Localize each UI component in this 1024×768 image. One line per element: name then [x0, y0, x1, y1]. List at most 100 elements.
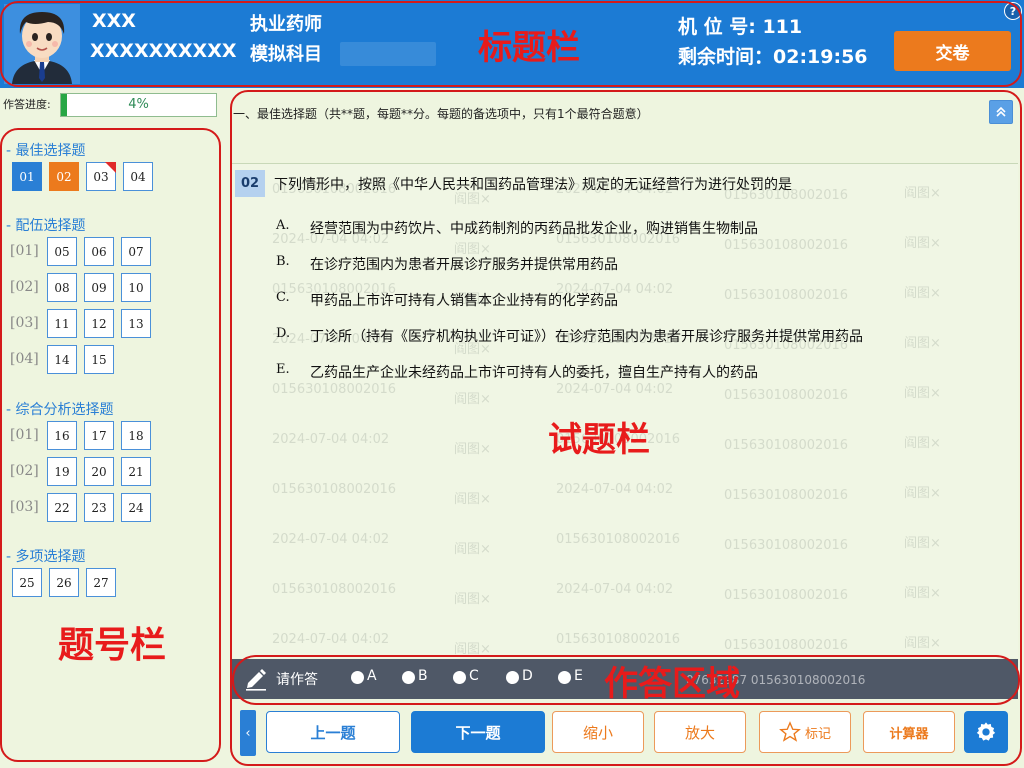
watermark-text: 2024-07-04 04:02: [556, 582, 674, 597]
question-number-button[interactable]: 07: [121, 237, 151, 266]
question-number-button[interactable]: 03: [86, 162, 116, 191]
question-number-button[interactable]: 11: [47, 309, 77, 338]
choice-radio-a[interactable]: [351, 671, 364, 684]
choice-label[interactable]: A: [367, 668, 377, 684]
choice-radio-b[interactable]: [402, 671, 415, 684]
question-number-button[interactable]: 15: [84, 345, 114, 374]
answer-prompt: 请作答: [276, 672, 318, 688]
group-label: [03]: [10, 315, 39, 331]
choice-radio-d[interactable]: [506, 671, 519, 684]
question-number-button[interactable]: 05: [47, 237, 77, 266]
section-title: - 综合分析选择题: [6, 402, 114, 418]
choice-label[interactable]: E: [574, 668, 583, 684]
question-number-button[interactable]: 22: [47, 493, 77, 522]
submit-button[interactable]: 交卷: [894, 31, 1011, 71]
watermark-text: 阎图×: [904, 236, 941, 251]
question-number-button[interactable]: 01: [12, 162, 42, 191]
option-letter: B.: [276, 254, 290, 269]
question-number: 02: [235, 170, 265, 197]
question-number-button[interactable]: 23: [84, 493, 114, 522]
watermark-text: 阎图×: [454, 592, 491, 607]
collapse-left-icon[interactable]: ‹: [240, 710, 256, 756]
collapse-up-icon[interactable]: [989, 100, 1013, 124]
watermark-text: 015630108002016: [724, 438, 849, 453]
question-number-button[interactable]: 17: [84, 421, 114, 450]
group-label: [04]: [10, 351, 39, 367]
choice-radio-c[interactable]: [453, 671, 466, 684]
watermark-text: 015630108002016: [556, 532, 681, 547]
cert-name: 执业药师: [250, 14, 322, 35]
answer-watermark: 07632987 015630108002016: [686, 673, 866, 687]
watermark-text: 015630108002016: [272, 482, 397, 497]
question-number-button[interactable]: 26: [49, 568, 79, 597]
question-number-button[interactable]: 18: [121, 421, 151, 450]
answer-bar: [232, 659, 1018, 699]
user-name: XXX: [92, 10, 136, 32]
group-label: [02]: [10, 279, 39, 295]
section-title: - 配伍选择题: [6, 218, 86, 234]
watermark-text: 阎图×: [904, 586, 941, 601]
pencil-icon: [243, 665, 269, 691]
watermark-text: 015630108002016: [272, 582, 397, 597]
watermark-text: 阎图×: [904, 636, 941, 651]
question-number-button[interactable]: 25: [12, 568, 42, 597]
question-number-button[interactable]: 10: [121, 273, 151, 302]
avatar: [4, 4, 80, 84]
question-number-button[interactable]: 08: [47, 273, 77, 302]
question-number-button[interactable]: 02: [49, 162, 79, 191]
question-number-button[interactable]: 20: [84, 457, 114, 486]
section-instruction: 一、最佳选择题（共**题，每题**分。每题的备选项中，只有1个最符合题意）: [233, 107, 649, 121]
watermark-text: 015630108002016: [724, 388, 849, 403]
watermark-text: 阎图×: [904, 286, 941, 301]
watermark-text: 阎图×: [454, 442, 491, 457]
next-button[interactable]: 下一题: [411, 711, 545, 753]
watermark-text: 阎图×: [454, 642, 491, 657]
watermark-text: 015630108002016: [272, 382, 397, 397]
option-letter: A.: [276, 218, 290, 233]
question-number-button[interactable]: 13: [121, 309, 151, 338]
watermark-text: 2024-07-04 04:02: [272, 432, 390, 447]
progress-text: 4%: [128, 97, 149, 112]
remaining-time: 剩余时间：02:19:56: [678, 46, 868, 68]
choice-radio-e[interactable]: [558, 671, 571, 684]
prev-button[interactable]: 上一题: [266, 711, 400, 753]
watermark-text: 阎图×: [454, 392, 491, 407]
question-number-button[interactable]: 24: [121, 493, 151, 522]
watermark-text: 阎图×: [454, 542, 491, 557]
choice-label[interactable]: D: [522, 668, 533, 684]
choice-label[interactable]: C: [469, 668, 479, 684]
watermark-text: 阎图×: [904, 486, 941, 501]
question-number-button[interactable]: 09: [84, 273, 114, 302]
question-number-button[interactable]: 04: [123, 162, 153, 191]
question-number-button[interactable]: 12: [84, 309, 114, 338]
seat-number: 机 位 号: 111: [678, 16, 803, 38]
watermark-text: 015630108002016: [724, 538, 849, 553]
question-number-button[interactable]: 19: [47, 457, 77, 486]
help-icon[interactable]: ?: [1004, 2, 1022, 20]
watermark-text: 015630108002016: [724, 588, 849, 603]
shrink-button[interactable]: 缩小: [552, 711, 644, 753]
mark-button[interactable]: 标记: [759, 711, 851, 753]
settings-button[interactable]: [964, 711, 1008, 753]
enlarge-button[interactable]: 放大: [654, 711, 746, 753]
watermark-text: 2024-07-04 04:02: [556, 482, 674, 497]
question-number-button[interactable]: 16: [47, 421, 77, 450]
watermark-text: 2024-07-04 04:02: [272, 632, 390, 647]
watermark-text: 015630108002016: [724, 638, 849, 653]
question-number-button[interactable]: 21: [121, 457, 151, 486]
mark-label: 标记: [804, 725, 831, 741]
question-number-button[interactable]: 27: [86, 568, 116, 597]
watermark-text: 阎图×: [904, 386, 941, 401]
watermark-text: 015630108002016: [724, 488, 849, 503]
section-title: - 多项选择题: [6, 549, 86, 565]
user-id: XXXXXXXXXX: [90, 40, 237, 62]
gear-icon: [975, 721, 997, 743]
question-number-button[interactable]: 06: [84, 237, 114, 266]
calculator-button[interactable]: 计算器: [863, 711, 955, 753]
question-number-button[interactable]: 14: [47, 345, 77, 374]
watermark-text: 阎图×: [454, 492, 491, 507]
watermark-text: 阎图×: [904, 536, 941, 551]
watermark-text: 015630108002016: [556, 632, 681, 647]
choice-label[interactable]: B: [418, 668, 428, 684]
option-text: 经营范围为中药饮片、中成药制剂的丙药品批发企业，购进销售生物制品: [310, 221, 758, 237]
